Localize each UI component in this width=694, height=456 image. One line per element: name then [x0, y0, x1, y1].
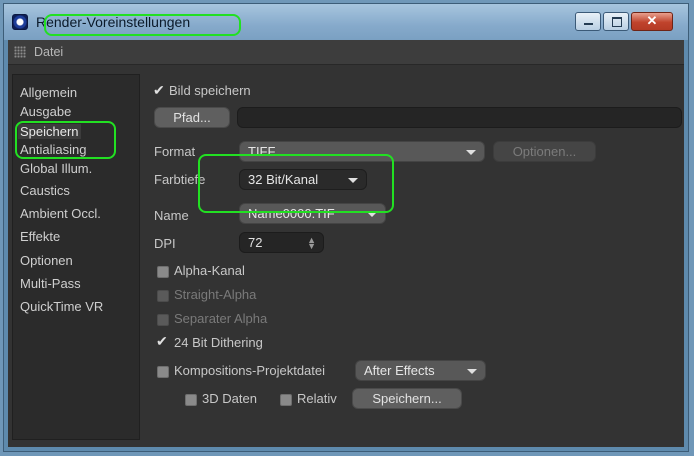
cinema4d-app-icon [12, 14, 28, 30]
dpi-value: 72 [248, 235, 263, 250]
sidebar-item-ambient-occl[interactable]: Ambient Occl. [20, 206, 101, 221]
dialog-content: Datei Allgemein Ausgabe Speichern Antial… [8, 40, 684, 447]
menu-file[interactable]: Datei [34, 45, 63, 59]
sidebar-item-antialiasing[interactable]: Antialiasing [20, 142, 87, 157]
separate-alpha-checkbox[interactable] [157, 314, 169, 326]
chevron-down-icon [367, 212, 377, 217]
options-button[interactable]: Optionen... [493, 141, 596, 162]
straight-alpha-label: Straight-Alpha [174, 287, 257, 302]
chevron-down-icon [466, 150, 476, 155]
maximize-button[interactable] [603, 12, 629, 31]
chevron-down-icon [467, 369, 477, 374]
format-value: TIFF [248, 144, 276, 159]
stepper-arrows-icon[interactable]: ▲ ▼ [307, 236, 316, 251]
data-3d-checkbox[interactable] [185, 394, 197, 406]
menu-bar: Datei [8, 40, 684, 65]
sidebar-item-quicktime-vr[interactable]: QuickTime VR [20, 299, 103, 314]
dpi-stepper[interactable]: 72 ▲ ▼ [239, 232, 324, 253]
name-dropdown[interactable]: Name0000.TIF [239, 203, 386, 224]
path-button[interactable]: Pfad... [154, 107, 230, 128]
sidebar-item-allgemein[interactable]: Allgemein [20, 85, 77, 100]
path-field[interactable] [237, 107, 682, 128]
settings-sidebar: Allgemein Ausgabe Speichern Antialiasing… [12, 74, 140, 440]
close-icon: ✕ [646, 13, 658, 28]
alpha-channel-checkbox[interactable] [157, 266, 169, 278]
composition-checkbox[interactable] [157, 366, 169, 378]
sidebar-item-caustics[interactable]: Caustics [20, 183, 70, 198]
data-3d-label: 3D Daten [202, 391, 257, 406]
composition-label: Kompositions-Projektdatei [174, 363, 326, 378]
sidebar-item-multi-pass[interactable]: Multi-Pass [20, 276, 81, 291]
save-settings-panel: ✔ Bild speichern Pfad... Format TIFF Opt… [144, 74, 684, 447]
render-settings-window: Render-Voreinstellungen ✕ Datei Allgemei… [3, 3, 689, 452]
chevron-down-icon [348, 178, 358, 183]
alpha-channel-label: Alpha-Kanal [174, 263, 245, 278]
sidebar-item-global-illum[interactable]: Global Illum. [20, 161, 92, 176]
save-button[interactable]: Speichern... [352, 388, 462, 409]
composition-app-value: After Effects [364, 363, 435, 378]
sidebar-item-ausgabe[interactable]: Ausgabe [20, 104, 71, 119]
checkmark-icon[interactable]: ✔ [156, 333, 168, 350]
relative-label: Relativ [297, 391, 337, 406]
name-label: Name [154, 208, 189, 223]
color-depth-dropdown[interactable]: 32 Bit/Kanal [239, 169, 367, 190]
window-title: Render-Voreinstellungen [36, 14, 191, 30]
name-value: Name0000.TIF [248, 206, 335, 221]
title-bar[interactable]: Render-Voreinstellungen ✕ [4, 4, 688, 40]
composition-app-dropdown[interactable]: After Effects [355, 360, 486, 381]
sidebar-item-speichern[interactable]: Speichern [18, 124, 81, 139]
straight-alpha-checkbox[interactable] [157, 290, 169, 302]
checkmark-icon[interactable]: ✔ [153, 82, 165, 99]
separate-alpha-label: Separater Alpha [174, 311, 268, 326]
color-depth-label: Farbtiefe [154, 172, 206, 187]
relative-checkbox[interactable] [280, 394, 292, 406]
color-depth-value: 32 Bit/Kanal [248, 172, 319, 187]
grip-icon[interactable] [14, 46, 26, 58]
close-button[interactable]: ✕ [631, 12, 673, 31]
sidebar-item-effekte[interactable]: Effekte [20, 229, 60, 244]
dithering-label: 24 Bit Dithering [174, 335, 263, 350]
minimize-button[interactable] [575, 12, 601, 31]
save-image-label: Bild speichern [169, 83, 251, 98]
sidebar-item-optionen[interactable]: Optionen [20, 253, 73, 268]
format-label: Format [154, 144, 196, 159]
dpi-label: DPI [154, 236, 176, 251]
format-dropdown[interactable]: TIFF [239, 141, 485, 162]
